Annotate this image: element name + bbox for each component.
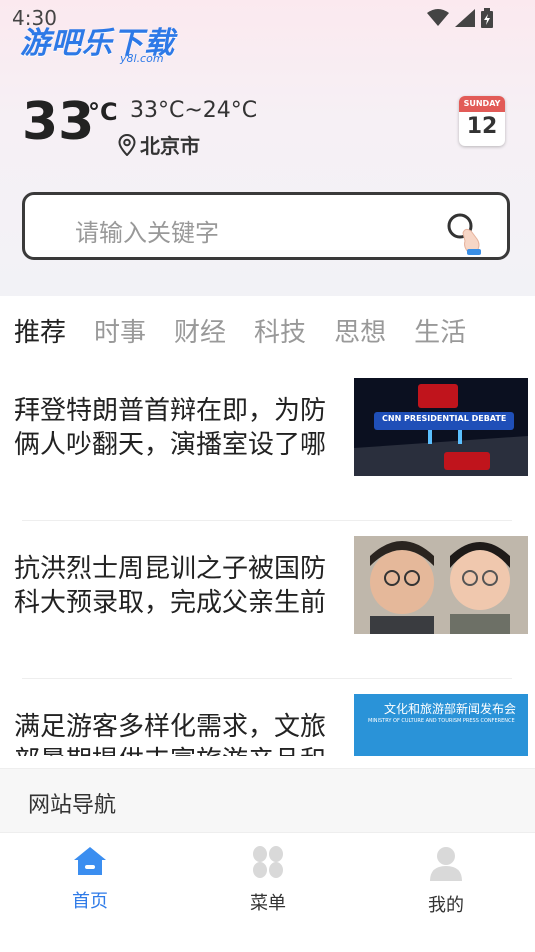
search-icon[interactable] bbox=[445, 211, 485, 255]
bottom-tab-home[interactable]: 首页 bbox=[30, 845, 150, 913]
temperature-range: 33°C~24°C bbox=[130, 98, 258, 123]
status-icons bbox=[427, 8, 493, 28]
news-title[interactable]: 拜登特朗普首辩在即，为防俩人吵翻天，演播室设了哪 bbox=[14, 394, 350, 462]
location-pin-icon bbox=[118, 133, 136, 156]
news-item[interactable]: 抗洪烈士周昆训之子被国防科大预录取，完成父亲生前 bbox=[14, 536, 528, 636]
site-nav-bar[interactable]: 网站导航 bbox=[0, 768, 535, 833]
news-thumbnail[interactable]: 文化和旅游部新闻发布会 MINISTRY OF CULTURE AND TOUR… bbox=[354, 694, 528, 756]
signal-icon bbox=[455, 9, 475, 27]
bottom-tab-menu[interactable]: 菜单 bbox=[208, 845, 328, 915]
news-title[interactable]: 抗洪烈士周昆训之子被国防科大预录取，完成父亲生前 bbox=[14, 552, 350, 620]
home-icon bbox=[74, 847, 106, 875]
tab-thought[interactable]: 思想 bbox=[334, 312, 386, 349]
news-thumbnail-caption: CNN PRESIDENTIAL DEBATE bbox=[382, 414, 507, 423]
news-thumbnail-title: 文化和旅游部新闻发布会 bbox=[384, 702, 517, 716]
bottom-tab-label: 我的 bbox=[428, 895, 464, 916]
tab-tech[interactable]: 科技 bbox=[254, 312, 306, 349]
category-tabs: 推荐 时事 财经 科技 思想 生活 bbox=[14, 312, 466, 349]
divider bbox=[22, 678, 512, 679]
calendar-icon[interactable]: SUNDAY 12 bbox=[459, 96, 505, 146]
search-input[interactable]: 请输入关键字 bbox=[75, 213, 219, 248]
user-icon bbox=[430, 847, 462, 881]
bottom-nav: 首页 菜单 我的 bbox=[0, 832, 535, 952]
news-title[interactable]: 满足游客多样化需求，文旅部暑期提供丰富旅游产品和 bbox=[14, 710, 350, 756]
news-thumbnail[interactable] bbox=[354, 536, 528, 634]
city-name: 北京市 bbox=[140, 134, 200, 158]
news-thumbnail[interactable]: CNN PRESIDENTIAL DEBATE bbox=[354, 378, 528, 476]
news-item[interactable]: 满足游客多样化需求，文旅部暑期提供丰富旅游产品和 文化和旅游部新闻发布会 MIN… bbox=[14, 694, 528, 756]
bottom-tab-profile[interactable]: 我的 bbox=[386, 845, 506, 917]
wifi-icon bbox=[427, 9, 449, 26]
tab-recommend[interactable]: 推荐 bbox=[14, 312, 66, 349]
search-box[interactable]: 请输入关键字 bbox=[22, 192, 510, 260]
tab-news[interactable]: 时事 bbox=[94, 312, 146, 349]
temperature-unit: °C bbox=[88, 98, 118, 126]
bottom-tab-label: 首页 bbox=[72, 891, 108, 912]
news-thumbnail-subtitle: MINISTRY OF CULTURE AND TOURISM PRESS CO… bbox=[368, 718, 515, 724]
site-nav-label[interactable]: 网站导航 bbox=[28, 787, 116, 819]
battery-icon bbox=[481, 8, 493, 28]
calendar-month: SUNDAY bbox=[459, 96, 505, 112]
calendar-day: 12 bbox=[466, 114, 498, 139]
news-item[interactable]: 拜登特朗普首辩在即，为防俩人吵翻天，演播室设了哪 CNN PRESIDENTIA… bbox=[14, 378, 528, 478]
app-logo-sub: y8l.com bbox=[120, 52, 164, 65]
bottom-tab-label: 菜单 bbox=[250, 893, 286, 914]
menu-grid-icon bbox=[253, 846, 283, 878]
header-area: 4:30 游吧乐下载 y8l.com 33 °C 33°C~24°C 北京市 S… bbox=[0, 0, 535, 296]
tab-life[interactable]: 生活 bbox=[414, 312, 466, 349]
location: 北京市 bbox=[118, 130, 200, 159]
divider bbox=[22, 520, 512, 521]
temperature: 33 bbox=[22, 92, 95, 152]
tab-finance[interactable]: 财经 bbox=[174, 312, 226, 349]
